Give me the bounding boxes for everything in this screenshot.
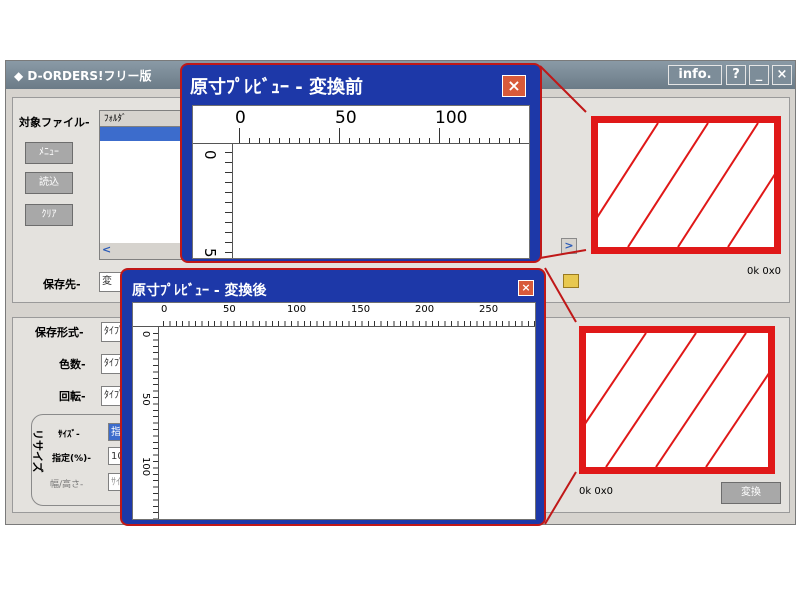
convert-button[interactable]: 変換	[721, 482, 781, 504]
wh-label: 幅/高さ-	[50, 480, 84, 490]
ruler-minor-ticks	[225, 152, 232, 258]
ruler-tick-label: 100	[435, 108, 468, 128]
app-title: ◆ D-ORDERS!フリー版	[14, 69, 152, 83]
format-label: 保存形式-	[35, 326, 84, 339]
colors-label: 色数-	[59, 358, 86, 371]
vertical-ruler: 0 50	[193, 144, 233, 259]
list-selected-row[interactable]	[100, 127, 190, 141]
ruler-tick-label: 100	[287, 304, 307, 315]
resize-group-label: リサイズ	[31, 429, 44, 473]
horizontal-ruler: 0 50 100 150 200 250	[133, 303, 535, 327]
folder-icon[interactable]	[563, 274, 579, 288]
resize-group: リサイズ ｻｲｽﾞ- 指定 指定(%)- 100 幅/高さ- ｻｲｽﾞ	[31, 414, 131, 506]
clear-button[interactable]: ｸﾘｱ	[25, 204, 73, 226]
size-label: ｻｲｽﾞ-	[58, 430, 80, 440]
ruler-tick-label: 0	[201, 150, 219, 160]
ruler-tick-label: 100	[140, 457, 151, 477]
ruler-tick-label: 50	[140, 393, 151, 406]
menu-button[interactable]: ﾒﾆｭｰ	[25, 142, 73, 164]
ruler-tick-label: 0	[235, 108, 246, 128]
ruler-tick-label: 200	[415, 304, 435, 315]
preview-after-canvas: 0 50 100 150 200 250 0 50 100	[132, 302, 536, 520]
close-button[interactable]: ×	[772, 65, 792, 85]
preview-after-thumbnail	[579, 326, 775, 474]
preview-after-title: 原寸ﾌﾟﾚﾋﾞｭｰ - 変換後	[132, 283, 267, 299]
file-list[interactable]: ﾌｫﾙﾀﾞ <	[99, 110, 191, 260]
ruler-minor-ticks	[239, 138, 529, 143]
info-button[interactable]: info.	[668, 65, 722, 85]
list-header-folder[interactable]: ﾌｫﾙﾀﾞ	[100, 111, 190, 127]
ruler-tick-label: 50	[335, 108, 357, 128]
percent-label: 指定(%)-	[52, 454, 91, 464]
close-icon[interactable]: ×	[518, 280, 534, 296]
ruler-tick-label: 250	[479, 304, 499, 315]
ruler-minor-ticks	[153, 333, 158, 519]
preview-before-title: 原寸ﾌﾟﾚﾋﾞｭｰ - 変換前	[190, 77, 364, 98]
ruler-tick-label: 0	[140, 331, 151, 338]
ruler-tick-label: 150	[351, 304, 371, 315]
vertical-ruler: 0 50 100	[133, 327, 159, 519]
ruler-tick-label: 0	[161, 304, 168, 315]
hatch-pattern	[598, 123, 774, 247]
help-button[interactable]: ?	[726, 65, 746, 85]
preview-before-window[interactable]: 原寸ﾌﾟﾚﾋﾞｭｰ - 変換前 × 0 50 100 0 50	[180, 63, 542, 263]
scroll-right-icon[interactable]: >	[561, 238, 577, 254]
rotate-label: 回転-	[59, 390, 86, 403]
load-button[interactable]: 読込	[25, 172, 73, 194]
preview-before-thumbnail	[591, 116, 781, 254]
hatch-pattern-after	[586, 333, 768, 467]
close-icon[interactable]: ×	[502, 75, 526, 97]
list-hscrollbar[interactable]: <	[100, 243, 190, 259]
minimize-button[interactable]: _	[749, 65, 769, 85]
preview-before-canvas: 0 50 100 0 50	[192, 105, 530, 259]
save-dest-label: 保存先-	[43, 278, 81, 291]
scroll-left-icon[interactable]: <	[102, 243, 111, 256]
ruler-minor-ticks	[163, 321, 535, 326]
preview-after-window[interactable]: 原寸ﾌﾟﾚﾋﾞｭｰ - 変換後 × 0 50 100 150 200 250 0…	[120, 268, 546, 526]
after-info-text: 0k 0x0	[579, 486, 613, 497]
horizontal-ruler: 0 50 100	[193, 106, 529, 144]
before-info-text: 0k 0x0	[747, 266, 781, 277]
ruler-tick-label: 50	[201, 248, 219, 259]
target-files-label: 対象ファイル-	[19, 116, 90, 129]
ruler-tick-label: 50	[223, 304, 236, 315]
